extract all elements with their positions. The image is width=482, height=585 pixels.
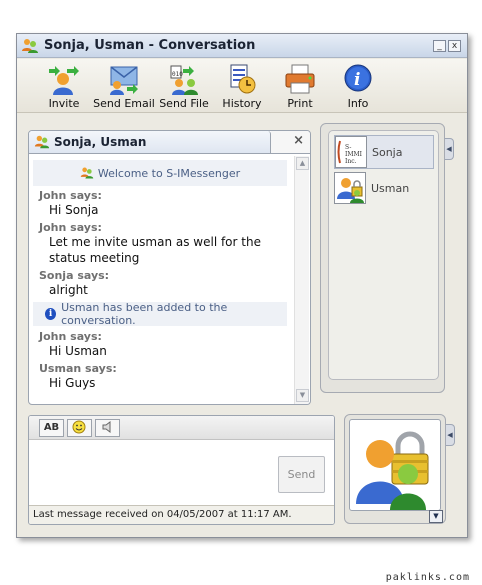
participant-name: Usman (371, 181, 410, 195)
info-icon: i (45, 308, 57, 320)
conversation-window: Sonja, Usman - Conversation _ x Invite S… (16, 33, 468, 538)
font-button[interactable]: AB (39, 418, 64, 437)
window-title: Sonja, Usman - Conversation (44, 38, 256, 53)
send-email-icon (110, 66, 138, 95)
avatar-menu-button[interactable]: ▼ (429, 510, 443, 523)
history-button[interactable]: History (213, 59, 271, 113)
svg-text:010: 010 (172, 71, 183, 78)
invite-label: Invite (48, 97, 80, 110)
emoticon-button[interactable] (67, 418, 92, 437)
print-label: Print (287, 97, 313, 110)
participant-added-text: Usman has been added to the conversation… (61, 301, 228, 327)
buddies-icon (80, 166, 94, 180)
scroll-down-arrow-icon[interactable]: ▼ (296, 389, 309, 402)
message-sender: John says: (39, 330, 102, 343)
message-text: Let me invite usman as well for the stat… (49, 235, 261, 265)
message-text: alright (49, 283, 88, 297)
participants-panel: S-IMMI Inc. Sonja Usman (320, 123, 445, 393)
send-file-label: Send File (159, 97, 209, 110)
smiley-icon (72, 420, 85, 433)
title-bar[interactable]: Sonja, Usman - Conversation _ x (17, 34, 467, 58)
avatar-company-text: S-IMMI Inc. (345, 144, 363, 165)
close-tab-button[interactable]: × (293, 133, 304, 148)
collapse-participants-arrow-icon[interactable]: ◀ (445, 138, 454, 160)
message-sender: Sonja says: (39, 269, 110, 282)
watermark: paklinks.com (385, 572, 470, 583)
collapse-avatar-arrow-icon[interactable]: ◀ (446, 424, 455, 446)
message-sender: John says: (39, 189, 102, 202)
info-label: Info (347, 97, 369, 110)
send-file-icon: 010 (170, 65, 198, 95)
message-list[interactable]: Welcome to S-IMessenger John says: Hi So… (31, 156, 289, 404)
send-email-label: Send Email (93, 97, 155, 110)
format-toolbar: AB (29, 416, 334, 440)
participant-item[interactable]: S-IMMI Inc. Sonja (334, 135, 434, 169)
welcome-text: Welcome to S-IMessenger (97, 166, 241, 180)
welcome-notice: Welcome to S-IMessenger (33, 160, 287, 186)
message-input[interactable] (29, 441, 269, 506)
scroll-up-arrow-icon[interactable]: ▲ (296, 157, 309, 170)
message-sender: Usman says: (39, 362, 117, 375)
status-bar: Last message received on 04/05/2007 at 1… (29, 505, 334, 524)
my-avatar-panel (344, 414, 446, 524)
message-text: Hi Guys (49, 376, 96, 390)
message-sender: John says: (39, 221, 102, 234)
avatar (334, 172, 366, 204)
participant-added-notice: i Usman has been added to the conversati… (33, 301, 287, 327)
print-icon (285, 64, 315, 94)
invite-icon (49, 66, 79, 95)
invite-button[interactable]: Invite (35, 59, 93, 113)
conversation-tab-title: Sonja, Usman (54, 135, 147, 149)
speaker-icon (102, 420, 110, 433)
print-button[interactable]: Print (271, 59, 329, 113)
conversation-pane: Sonja, Usman × Welcome to S-IMessenger J… (28, 130, 311, 405)
info-button[interactable]: i Info (329, 59, 387, 113)
send-file-button[interactable]: 010 Send File (155, 59, 213, 113)
user-lock-icon (356, 431, 429, 510)
message-scrollbar[interactable]: ▲ ▼ (294, 156, 309, 404)
send-button[interactable]: Send (278, 456, 325, 493)
send-email-button[interactable]: Send Email (93, 59, 155, 113)
message-text: Hi Sonja (49, 203, 99, 217)
avatar: S-IMMI Inc. (335, 136, 367, 168)
buddies-icon (21, 37, 39, 55)
participant-list: S-IMMI Inc. Sonja Usman (328, 130, 439, 380)
compose-area: AB Send Last message received on 04/05/2… (28, 415, 335, 525)
buddies-icon (34, 134, 50, 150)
minimize-button[interactable]: _ (433, 40, 446, 52)
info-icon: i (344, 64, 372, 92)
tab-strip: × (271, 131, 310, 154)
participant-item[interactable]: Usman (334, 171, 434, 205)
my-avatar (349, 419, 441, 511)
history-icon (230, 64, 256, 94)
toolbar: Invite Send Email 010 Send File History … (17, 59, 467, 113)
svg-text:i: i (354, 70, 360, 90)
nudge-button[interactable] (95, 418, 120, 437)
message-text: Hi Usman (49, 344, 107, 358)
close-button[interactable]: x (448, 40, 461, 52)
history-label: History (222, 97, 262, 110)
conversation-tab[interactable]: Sonja, Usman (29, 131, 271, 154)
participant-name: Sonja (372, 145, 403, 159)
